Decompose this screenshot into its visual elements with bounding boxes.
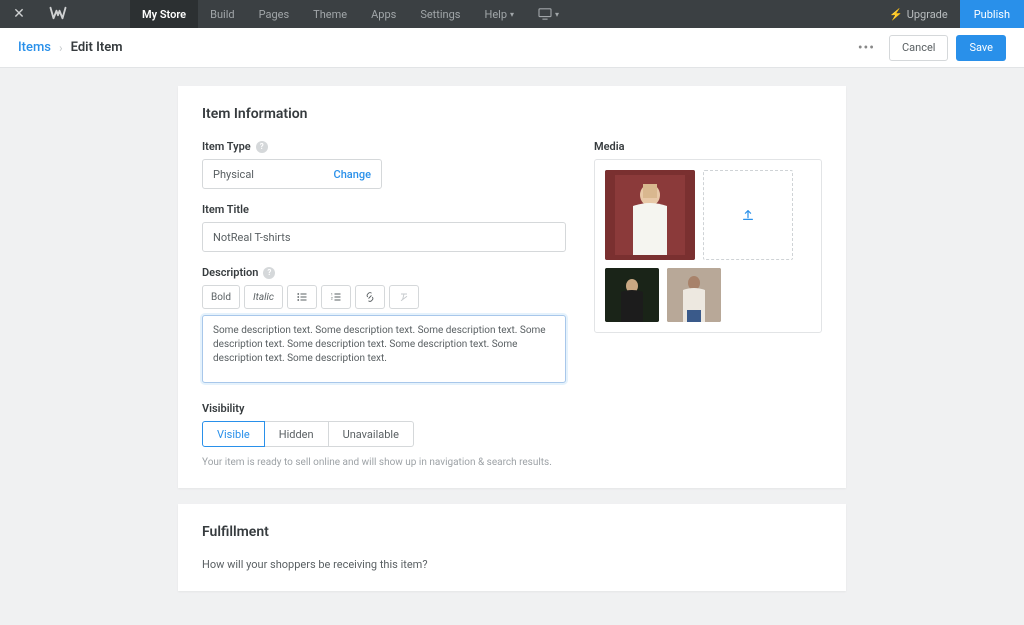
link-button[interactable] bbox=[355, 285, 385, 309]
editor-toolbar: Bold Italic 12 bbox=[202, 285, 566, 309]
product-image-main[interactable] bbox=[605, 170, 695, 260]
left-column: Item Type ? Physical Change Item Title D… bbox=[202, 140, 566, 468]
media-box bbox=[594, 159, 822, 333]
cancel-button[interactable]: Cancel bbox=[889, 35, 948, 61]
item-type-field: Physical Change bbox=[202, 159, 382, 189]
right-column: Media bbox=[594, 140, 822, 468]
visibility-hidden[interactable]: Hidden bbox=[265, 421, 329, 447]
item-type-label: Item Type ? bbox=[202, 140, 566, 153]
description-textarea[interactable]: Some description text. Some description … bbox=[202, 315, 566, 383]
help-icon[interactable]: ? bbox=[263, 267, 275, 279]
svg-text:2: 2 bbox=[331, 296, 333, 300]
item-information-card: Item Information Item Type ? Physical Ch… bbox=[178, 86, 846, 488]
nav-help[interactable]: Help▾ bbox=[472, 0, 526, 28]
media-label: Media bbox=[594, 140, 822, 153]
nav-build[interactable]: Build bbox=[198, 0, 246, 28]
item-title-input[interactable] bbox=[202, 222, 566, 252]
section-heading: Item Information bbox=[202, 106, 822, 122]
chevron-down-icon: ▾ bbox=[510, 10, 514, 19]
close-icon[interactable]: ✕ bbox=[0, 6, 38, 22]
description-label: Description ? bbox=[202, 266, 566, 279]
italic-button[interactable]: Italic bbox=[244, 285, 283, 309]
item-type-value: Physical bbox=[213, 168, 254, 181]
visibility-visible[interactable]: Visible bbox=[202, 421, 265, 447]
numbered-list-button[interactable]: 12 bbox=[321, 285, 351, 309]
nav-apps[interactable]: Apps bbox=[359, 0, 408, 28]
bullet-list-button[interactable] bbox=[287, 285, 317, 309]
help-icon[interactable]: ? bbox=[256, 141, 268, 153]
product-image-thumb-2[interactable] bbox=[667, 268, 721, 322]
visibility-label: Visibility bbox=[202, 402, 566, 415]
content-column: Item Information Item Type ? Physical Ch… bbox=[178, 86, 846, 607]
visibility-segmented: Visible Hidden Unavailable bbox=[202, 421, 566, 447]
nav-theme[interactable]: Theme bbox=[301, 0, 359, 28]
save-button[interactable]: Save bbox=[956, 35, 1006, 61]
more-menu-button[interactable]: ••• bbox=[852, 40, 881, 56]
upload-image-button[interactable] bbox=[703, 170, 793, 260]
chevron-right-icon: › bbox=[59, 41, 63, 55]
section-heading: Fulfillment bbox=[202, 524, 822, 540]
weebly-logo-icon[interactable] bbox=[38, 5, 78, 24]
fulfillment-question: How will your shoppers be receiving this… bbox=[202, 558, 822, 571]
upgrade-button[interactable]: ⚡ Upgrade bbox=[877, 8, 960, 21]
chevron-down-icon: ▾ bbox=[555, 10, 559, 19]
subheader-actions: ••• Cancel Save bbox=[852, 35, 1006, 61]
page-title: Edit Item bbox=[71, 40, 123, 55]
device-preview-button[interactable]: ▾ bbox=[526, 0, 571, 28]
change-type-link[interactable]: Change bbox=[334, 168, 371, 181]
product-image-thumb-1[interactable] bbox=[605, 268, 659, 322]
breadcrumb-items-link[interactable]: Items bbox=[18, 40, 51, 55]
visibility-hint: Your item is ready to sell online and wi… bbox=[202, 457, 566, 468]
subheader: Items › Edit Item ••• Cancel Save bbox=[0, 28, 1024, 68]
topbar-left: ✕ My Store Build Pages Theme Apps Settin… bbox=[0, 0, 571, 28]
publish-button[interactable]: Publish bbox=[960, 0, 1024, 28]
page-body: Item Information Item Type ? Physical Ch… bbox=[0, 68, 1024, 625]
bold-button[interactable]: Bold bbox=[202, 285, 240, 309]
topbar: ✕ My Store Build Pages Theme Apps Settin… bbox=[0, 0, 1024, 28]
lightning-icon: ⚡ bbox=[889, 8, 903, 21]
nav-pages[interactable]: Pages bbox=[247, 0, 302, 28]
nav-my-store[interactable]: My Store bbox=[130, 0, 198, 28]
visibility-unavailable[interactable]: Unavailable bbox=[329, 421, 414, 447]
topbar-right: ⚡ Upgrade Publish bbox=[877, 0, 1024, 28]
clear-format-button[interactable] bbox=[389, 285, 419, 309]
item-title-label: Item Title bbox=[202, 203, 566, 216]
nav-settings[interactable]: Settings bbox=[408, 0, 472, 28]
fulfillment-card: Fulfillment How will your shoppers be re… bbox=[178, 504, 846, 591]
